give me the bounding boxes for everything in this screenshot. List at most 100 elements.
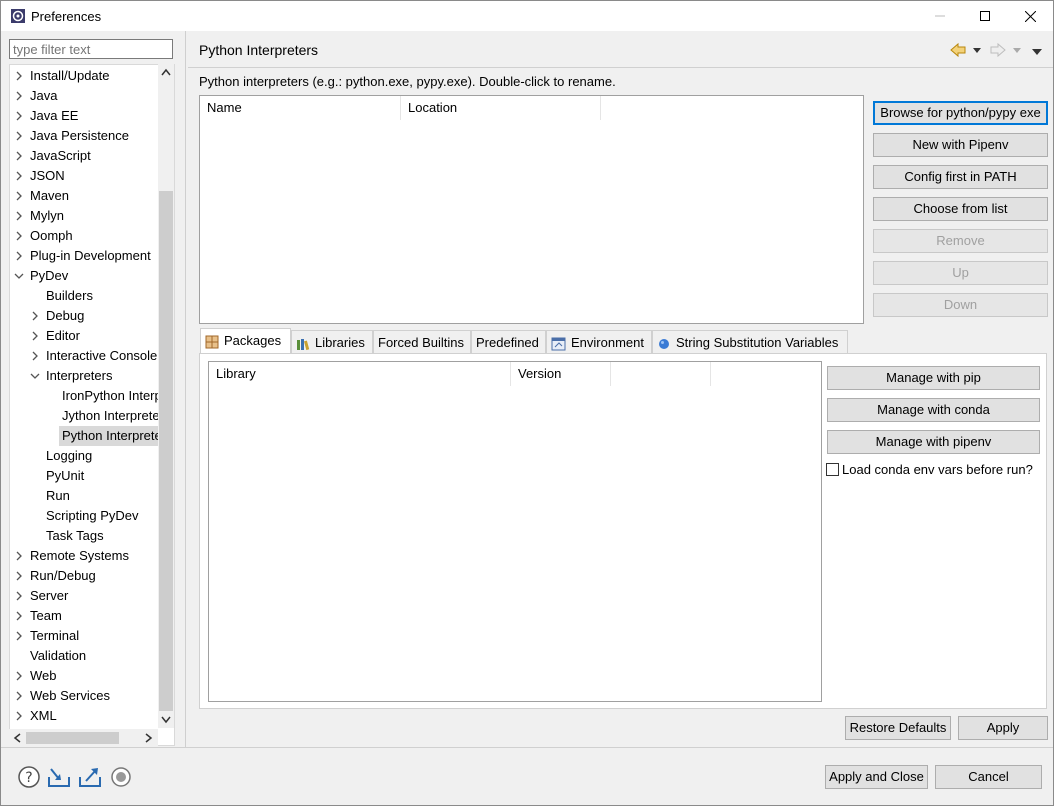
help-icon[interactable]: ? <box>17 765 41 789</box>
chevron-down-icon[interactable] <box>30 366 40 386</box>
chevron-right-icon[interactable] <box>14 546 24 566</box>
chevron-right-icon[interactable] <box>14 106 24 126</box>
tree-item[interactable]: Team <box>27 606 102 626</box>
chevron-right-icon[interactable] <box>14 206 24 226</box>
manage-conda-button[interactable]: Manage with conda <box>827 398 1040 422</box>
manage-pipenv-button[interactable]: Manage with pipenv <box>827 430 1040 454</box>
chevron-right-icon[interactable] <box>14 586 24 606</box>
tree-item[interactable]: PyUnit <box>43 466 124 486</box>
tree-vertical-scroll-thumb[interactable] <box>159 191 173 711</box>
scroll-left-icon[interactable] <box>13 733 21 743</box>
tree-item[interactable]: Web Services <box>27 686 150 706</box>
scroll-up-icon[interactable] <box>161 68 171 76</box>
tree-item[interactable]: JavaScript <box>27 146 131 166</box>
scroll-down-icon[interactable] <box>161 716 171 724</box>
tree-item[interactable]: Run/Debug <box>27 566 136 586</box>
scroll-right-icon[interactable] <box>145 733 153 743</box>
tab-forced-builtins[interactable]: Forced Builtins <box>373 330 471 354</box>
tree-item[interactable]: PyDev <box>27 266 108 286</box>
packages-table[interactable]: Library Version <box>208 361 822 702</box>
export-icon[interactable] <box>78 765 102 789</box>
minimize-button[interactable] <box>917 1 963 31</box>
tree-item[interactable]: Java EE <box>27 106 118 126</box>
tree-item[interactable]: Task Tags <box>43 526 144 546</box>
apply-button[interactable]: Apply <box>958 716 1048 740</box>
tab-libraries[interactable]: Libraries <box>291 330 373 354</box>
forward-nav-button[interactable] <box>989 42 1021 61</box>
cancel-button[interactable]: Cancel <box>935 765 1042 789</box>
tree-item[interactable]: Install/Update <box>27 66 150 86</box>
record-icon[interactable] <box>109 765 133 789</box>
down-button[interactable]: Down <box>873 293 1048 317</box>
tree-horizontal-scroll-thumb[interactable] <box>26 732 119 744</box>
tab-packages[interactable]: Packages <box>200 328 291 355</box>
up-button[interactable]: Up <box>873 261 1048 285</box>
chevron-right-icon[interactable] <box>14 146 24 166</box>
tab-string-substitution-variables[interactable]: String Substitution Variables <box>652 330 848 354</box>
restore-defaults-button[interactable]: Restore Defaults <box>845 716 951 740</box>
conda-env-checkbox[interactable] <box>826 463 839 476</box>
tree-item[interactable]: Debug <box>43 306 124 326</box>
chevron-right-icon[interactable] <box>14 86 24 106</box>
tree-item[interactable]: Validation <box>27 646 126 666</box>
interpreters-table[interactable]: Name Location <box>199 95 864 324</box>
chevron-down-icon[interactable] <box>14 266 24 286</box>
tree-item[interactable]: Run <box>43 486 110 506</box>
view-menu-button[interactable] <box>1031 45 1043 60</box>
tree-item[interactable]: Server <box>27 586 108 606</box>
tree-item[interactable]: Logging <box>43 446 132 466</box>
chevron-right-icon[interactable] <box>14 66 24 86</box>
chevron-right-icon[interactable] <box>14 226 24 246</box>
maximize-button[interactable] <box>962 1 1008 31</box>
column-header-location[interactable]: Location <box>401 96 601 120</box>
chevron-right-icon[interactable] <box>14 566 24 586</box>
chevron-right-icon[interactable] <box>14 126 24 146</box>
new-pipenv-button[interactable]: New with Pipenv <box>873 133 1048 157</box>
column-header-library[interactable]: Library <box>209 362 511 386</box>
chevron-right-icon[interactable] <box>14 246 24 266</box>
chevron-right-icon[interactable] <box>14 606 24 626</box>
tab-predefined[interactable]: Predefined <box>471 330 546 354</box>
tree-item[interactable]: Interactive Console <box>43 346 174 366</box>
chevron-right-icon[interactable] <box>14 666 24 686</box>
back-nav-button[interactable] <box>949 42 981 61</box>
tab-environment[interactable]: Environment <box>546 330 652 354</box>
chevron-right-icon[interactable] <box>14 686 24 706</box>
tree-item[interactable]: Web <box>27 666 97 686</box>
title-separator <box>188 67 1053 68</box>
tree-item[interactable]: Terminal <box>27 626 119 646</box>
chevron-right-icon[interactable] <box>14 166 24 186</box>
tree-item[interactable]: Editor <box>43 326 120 346</box>
filter-input[interactable] <box>9 39 173 59</box>
manage-pip-button[interactable]: Manage with pip <box>827 366 1040 390</box>
chevron-right-icon[interactable] <box>14 706 24 726</box>
tree-item[interactable]: Builders <box>43 286 133 306</box>
conda-env-checkbox-label[interactable]: Load conda env vars before run? <box>842 462 1033 477</box>
close-button[interactable] <box>1007 1 1053 31</box>
chevron-right-icon[interactable] <box>30 346 40 366</box>
tree-item[interactable]: Maven <box>27 186 109 206</box>
tree-item[interactable]: Remote Systems <box>27 546 169 566</box>
chevron-right-icon[interactable] <box>14 186 24 206</box>
browse-python-button[interactable]: Browse for python/pypy exe <box>873 101 1048 125</box>
pane-sash[interactable] <box>185 31 186 747</box>
chevron-right-icon[interactable] <box>30 306 40 326</box>
tree-item[interactable]: Scripting PyDev <box>43 506 174 526</box>
remove-button[interactable]: Remove <box>873 229 1048 253</box>
config-path-button[interactable]: Config first in PATH <box>873 165 1048 189</box>
chevron-right-icon[interactable] <box>30 326 40 346</box>
column-header-version[interactable]: Version <box>511 362 611 386</box>
import-icon[interactable] <box>47 765 71 789</box>
tree-item[interactable]: XML <box>27 706 97 726</box>
tree-item[interactable]: Oomph <box>27 226 113 246</box>
tree-item[interactable]: JSON <box>27 166 105 186</box>
column-header-name[interactable]: Name <box>200 96 401 120</box>
tree-item[interactable]: Java Persistence <box>27 126 169 146</box>
tree-item[interactable]: Plug-in Development <box>27 246 174 266</box>
tree-item[interactable]: Mylyn <box>27 206 104 226</box>
choose-list-button[interactable]: Choose from list <box>873 197 1048 221</box>
apply-and-close-button[interactable]: Apply and Close <box>825 765 928 789</box>
tree-item[interactable]: Java <box>27 86 97 106</box>
chevron-right-icon[interactable] <box>14 626 24 646</box>
tree-item[interactable]: Interpreters <box>43 366 152 386</box>
